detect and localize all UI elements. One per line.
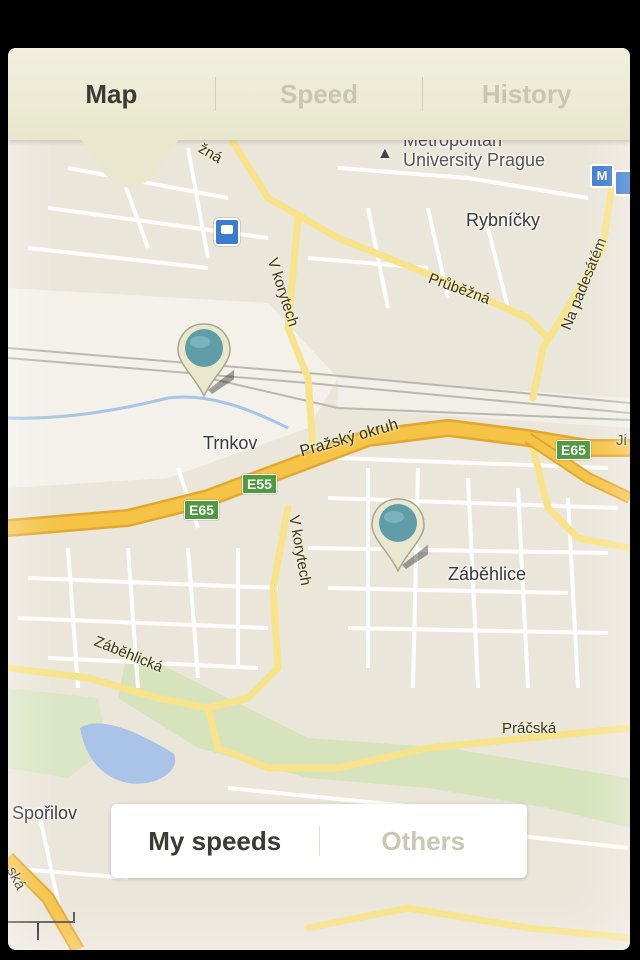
- location-pin-1[interactable]: [174, 320, 234, 400]
- road-label-ji: Ji: [616, 432, 627, 449]
- map-label-sporilov: Spořilov: [12, 803, 78, 823]
- map-label-zabehlice: Záběhlice: [448, 564, 527, 584]
- others-button[interactable]: Others: [320, 826, 528, 857]
- tab-history[interactable]: History: [423, 48, 630, 140]
- location-pin-2[interactable]: [368, 495, 428, 575]
- top-tab-bar: Map Speed History: [8, 48, 630, 140]
- shield-e65-right: E65: [556, 440, 591, 460]
- app-frame: ▲ Metropolitan University Prague Rybníčk…: [8, 48, 630, 950]
- tram-icon: [214, 218, 240, 246]
- map-label-rybnicky: Rybníčky: [466, 210, 541, 230]
- my-speeds-button[interactable]: My speeds: [111, 826, 319, 857]
- bus-stop-icon: [614, 170, 630, 196]
- university-icon: ▲: [377, 145, 393, 162]
- tab-speed[interactable]: Speed: [216, 48, 423, 140]
- map-scale-bar: [8, 912, 75, 940]
- active-tab-indicator: [70, 134, 190, 188]
- tab-map[interactable]: Map: [8, 48, 215, 140]
- map-label-trnkov: Trnkov: [203, 433, 258, 453]
- speed-filter-toggle: My speeds Others: [111, 804, 527, 878]
- road-label-pracska: Práčská: [502, 720, 557, 737]
- shield-e55: E55: [242, 474, 277, 494]
- metro-icon: M: [590, 164, 614, 188]
- shield-e65-left: E65: [184, 500, 219, 520]
